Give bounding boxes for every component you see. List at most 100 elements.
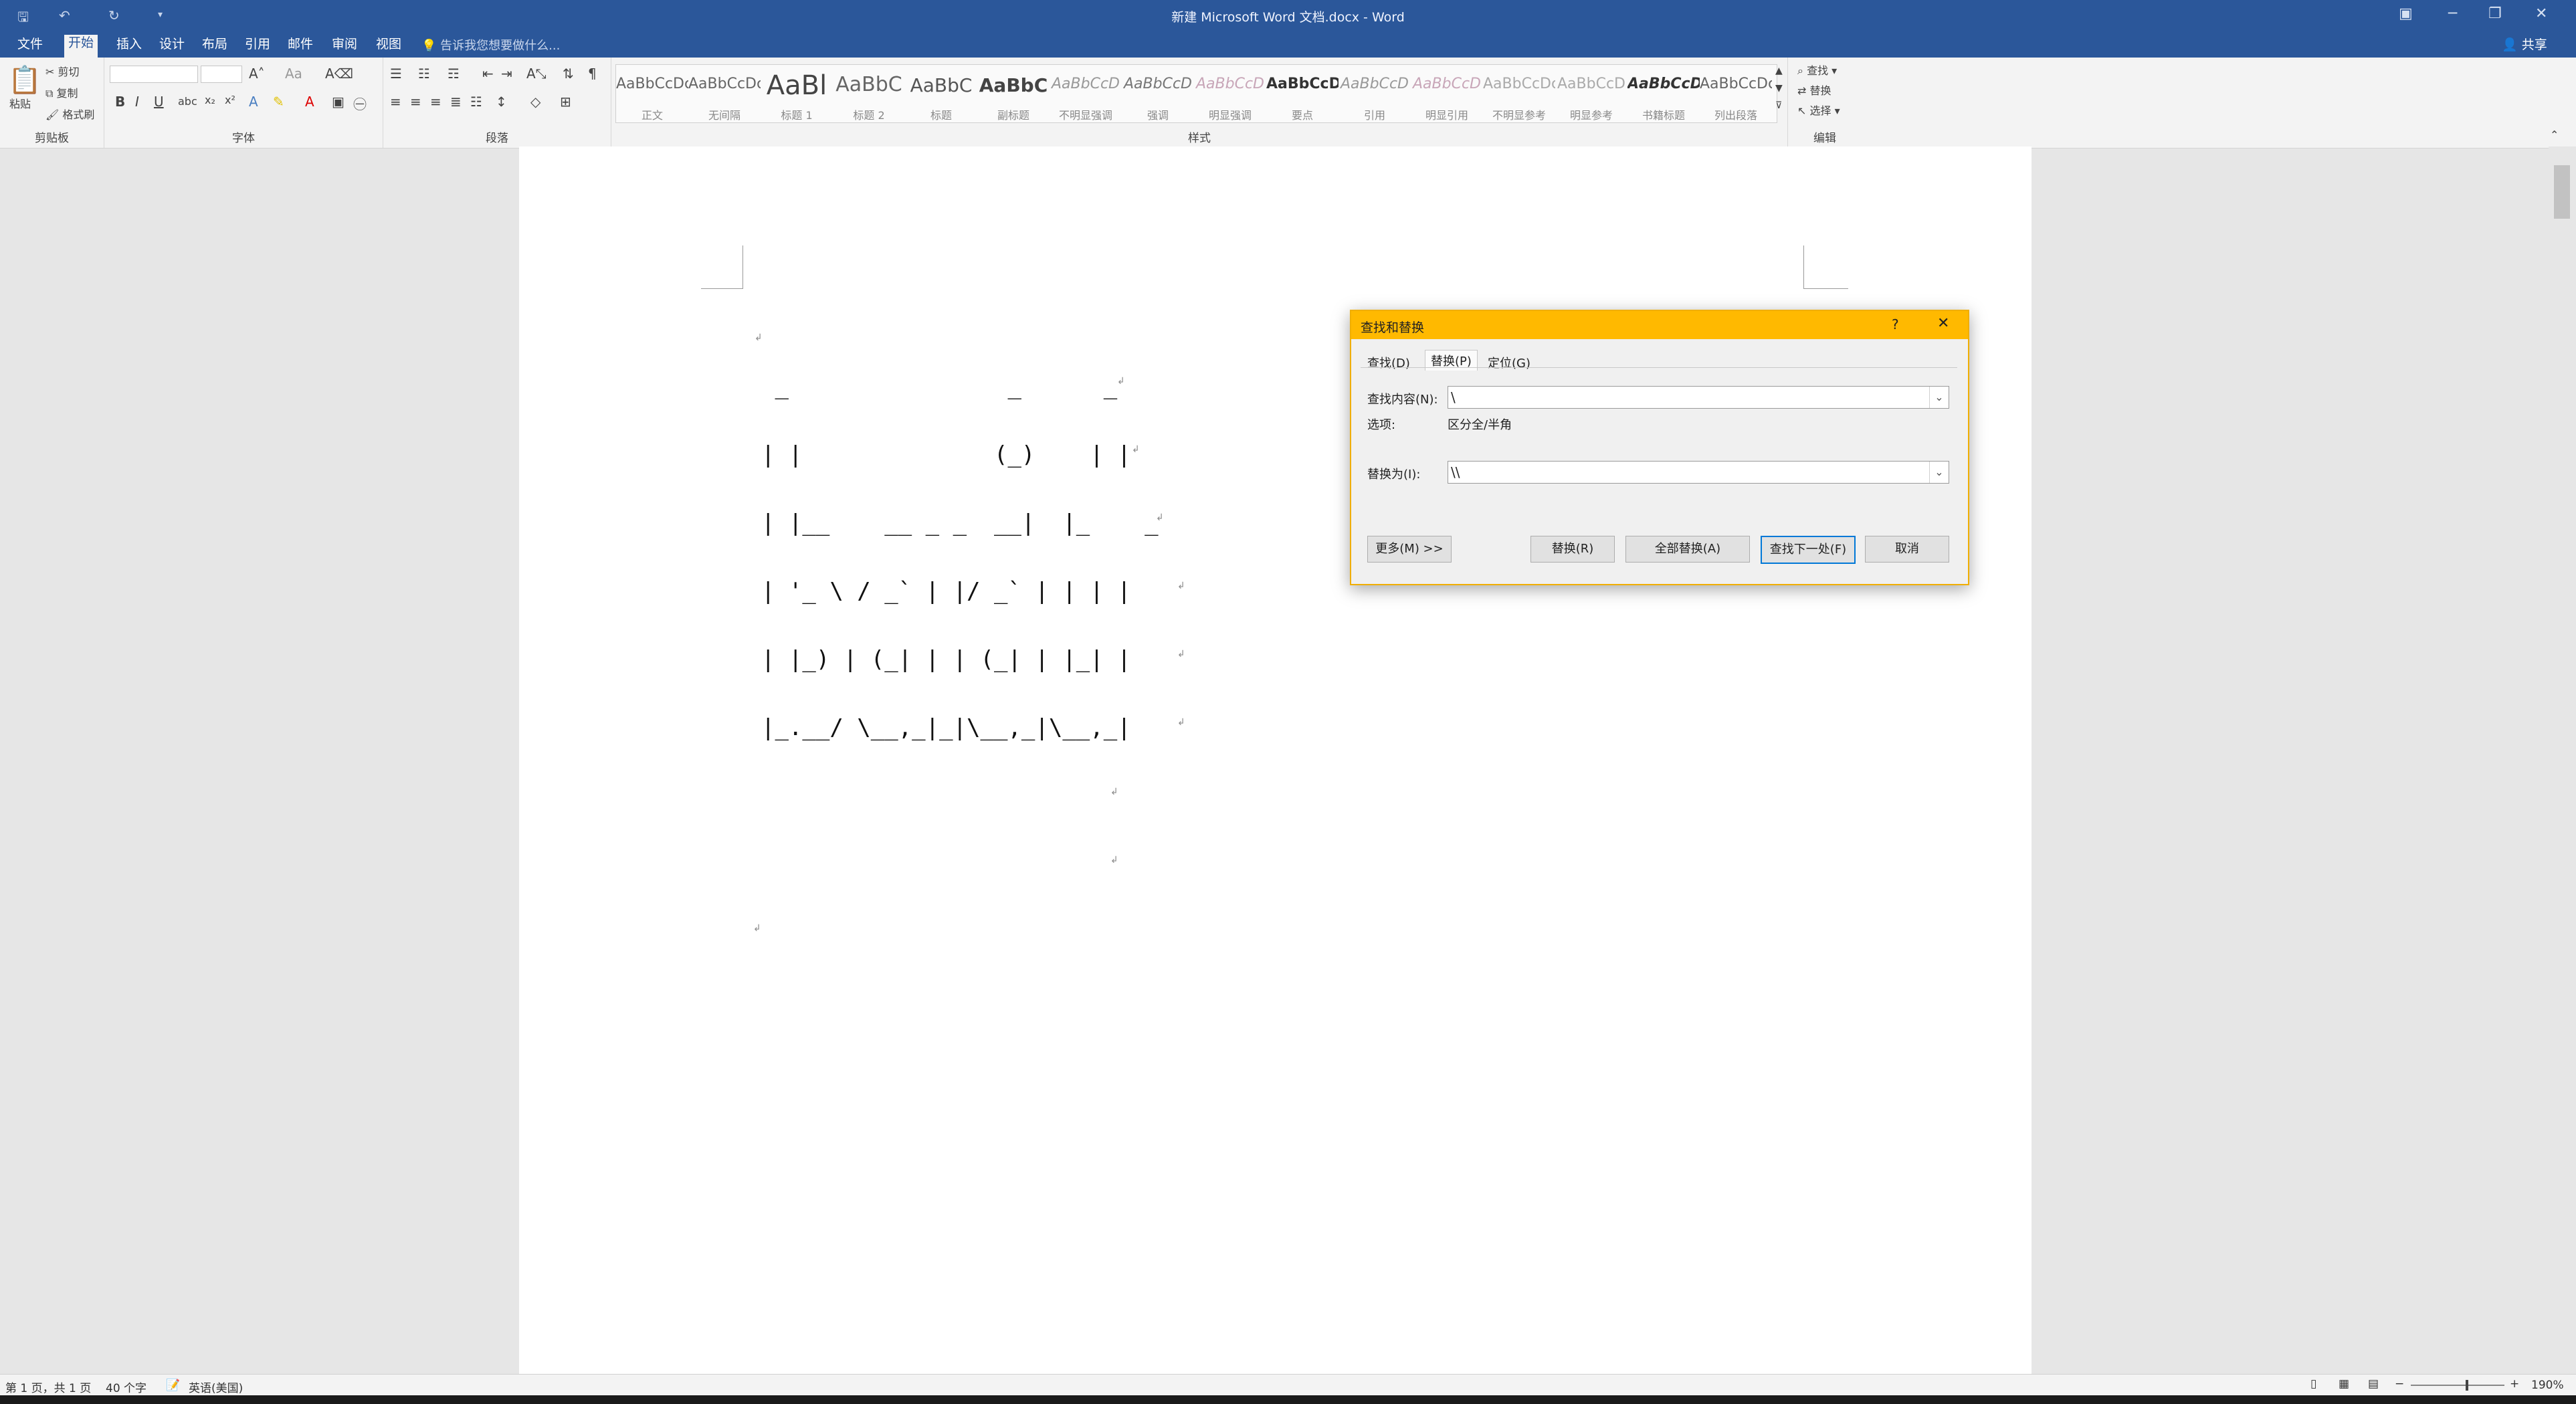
style-item[interactable]: AaBl 标题 1 [761,65,833,122]
tab-view[interactable]: 视图 [372,36,405,56]
help-button[interactable]: ? [1892,316,1899,332]
tab-goto[interactable]: 定位(G) [1488,354,1530,371]
style-item[interactable]: AaBbCcD 书籍标题 [1627,65,1700,122]
tab-design[interactable]: 设计 [155,36,189,56]
collapse-ribbon-icon[interactable]: ⌃ [2550,128,2559,141]
share-button[interactable]: 👤 共享 [2502,35,2547,53]
replace-input[interactable]: \\ ⌄ [1448,461,1949,484]
minimize-icon[interactable]: ─ [2448,5,2457,22]
tab-layout[interactable]: 布局 [198,36,231,56]
show-marks-icon[interactable]: ¶ [588,66,597,82]
font-color-icon[interactable]: A [305,94,314,110]
increase-indent-icon[interactable]: ⇥ [501,66,512,82]
chevron-down-icon[interactable]: ⌄ [1929,462,1949,483]
word-count[interactable]: 40 个字 [106,1379,146,1395]
replace-button[interactable]: ⇄ 替换 [1797,82,1831,98]
cancel-button[interactable]: 取消 [1865,536,1949,563]
paste-icon[interactable]: 📋 [8,64,41,96]
style-item[interactable]: AaBbCcD 明显强调 [1194,65,1266,122]
style-item[interactable]: AaBbC 标题 [905,65,977,122]
gallery-more-icon[interactable]: ⊽ [1775,100,1782,111]
superscript-icon[interactable]: x² [225,94,235,106]
style-item[interactable]: AaBbCcDc 正文 [616,65,688,122]
multilevel-list-icon[interactable]: ☶ [448,66,460,82]
italic-button[interactable]: I [135,94,139,110]
gallery-up-icon[interactable]: ▲ [1775,66,1783,76]
dialog-close-icon[interactable]: ✕ [1937,315,1949,332]
numbering-icon[interactable]: ☷ [418,66,430,82]
chevron-down-icon[interactable]: ⌄ [1929,387,1949,408]
page-count[interactable]: 第 1 页，共 1 页 [5,1379,91,1395]
tab-references[interactable]: 引用 [241,36,274,56]
style-item[interactable]: AaBbCcDc 列出段落 [1700,65,1772,122]
gallery-down-icon[interactable]: ▼ [1775,83,1783,94]
text-effects-icon[interactable]: A [249,94,258,110]
zoom-out-icon[interactable]: − [2395,1377,2404,1391]
find-button[interactable]: ⌕ 查找 ▾ [1797,62,1837,78]
find-input[interactable]: \ ⌄ [1448,386,1949,409]
language[interactable]: 英语(美国) [189,1379,243,1395]
style-item[interactable]: AaBbC 副标题 [977,65,1050,122]
tell-me-search[interactable]: 💡 告诉我您想要做什么... [421,36,560,54]
font-size-combo[interactable] [201,66,242,83]
dialog-title-bar[interactable]: 查找和替换 ? ✕ [1351,311,1968,339]
char-shading-icon[interactable]: ▣ [332,94,344,110]
bold-button[interactable]: B [115,94,125,110]
underline-button[interactable]: U [154,94,164,110]
paste-button[interactable]: 粘贴 [9,95,31,111]
zoom-slider-thumb[interactable] [2466,1380,2468,1391]
scroll-thumb[interactable] [2554,165,2570,219]
case-icon[interactable]: Aa [285,66,302,82]
web-layout-icon[interactable]: ▤ [2368,1377,2379,1391]
style-item[interactable]: AaBbCcDc 不明显参考 [1483,65,1555,122]
enclose-char-icon[interactable]: ㊀ [353,94,367,113]
tab-insert[interactable]: 插入 [112,36,146,56]
proofing-icon[interactable]: 📝 [166,1379,180,1392]
find-next-button[interactable]: 查找下一处(F) [1761,536,1856,564]
replace-all-button[interactable]: 全部替换(A) [1625,536,1750,563]
distributed-icon[interactable]: ☷ [470,94,482,110]
shading-icon[interactable]: ◇ [530,94,540,110]
zoom-slider[interactable] [2411,1385,2504,1386]
print-layout-icon[interactable]: ▦ [2339,1377,2349,1391]
tab-home[interactable]: 开始 [64,35,98,58]
strikethrough-icon[interactable]: abc [178,95,197,108]
replace-button[interactable]: 替换(R) [1530,536,1615,563]
copy-button[interactable]: ⧉ 复制 [45,84,78,100]
decrease-indent-icon[interactable]: ⇤ [482,66,494,82]
zoom-in-icon[interactable]: + [2510,1377,2519,1391]
style-item[interactable]: AaBbCcD 明显参考 [1555,65,1627,122]
cut-button[interactable]: ✂ 剪切 [45,63,80,79]
style-item[interactable]: AaBbCcD 要点 [1266,65,1339,122]
chinese-layout-icon[interactable]: A⤡ [526,66,547,82]
subscript-icon[interactable]: x₂ [205,94,215,106]
line-spacing-icon[interactable]: ↕ [496,94,507,110]
highlight-icon[interactable]: ✎ [273,94,284,110]
tab-file[interactable]: 文件 [13,36,47,56]
tab-review[interactable]: 审阅 [328,36,361,56]
close-icon[interactable]: ✕ [2535,5,2547,22]
style-item[interactable]: AaBbCcD 明显引用 [1411,65,1483,122]
select-button[interactable]: ↖ 选择 ▾ [1797,102,1840,118]
restore-icon[interactable]: ❐ [2488,5,2502,22]
style-item[interactable]: AaBbCcD 强调 [1122,65,1194,122]
more-button[interactable]: 更多(M) >> [1367,536,1452,563]
sort-icon[interactable]: ⇅ [563,66,574,82]
tab-find[interactable]: 查找(D) [1367,354,1410,371]
align-right-icon[interactable]: ≡ [430,94,441,110]
tab-mailings[interactable]: 邮件 [284,36,317,56]
justify-icon[interactable]: ≣ [450,94,462,110]
format-painter-button[interactable]: 🖌 格式刷 [45,106,94,122]
align-center-icon[interactable]: ≡ [410,94,421,110]
grow-font-icon[interactable]: A˄ [249,66,265,82]
read-mode-icon[interactable]: ▯ [2310,1377,2316,1391]
borders-icon[interactable]: ⊞ [560,94,571,110]
align-left-icon[interactable]: ≡ [390,94,401,110]
ribbon-display-icon[interactable]: ▣ [2399,5,2413,22]
style-item[interactable]: AaBbCcDc 无间隔 [688,65,761,122]
vertical-scrollbar[interactable] [2549,146,2576,1374]
font-name-combo[interactable] [110,66,198,83]
style-item[interactable]: AaBbCcD 不明显强调 [1050,65,1122,122]
zoom-level[interactable]: 190% [2531,1379,2564,1392]
clear-format-icon[interactable]: A⌫ [325,66,353,82]
